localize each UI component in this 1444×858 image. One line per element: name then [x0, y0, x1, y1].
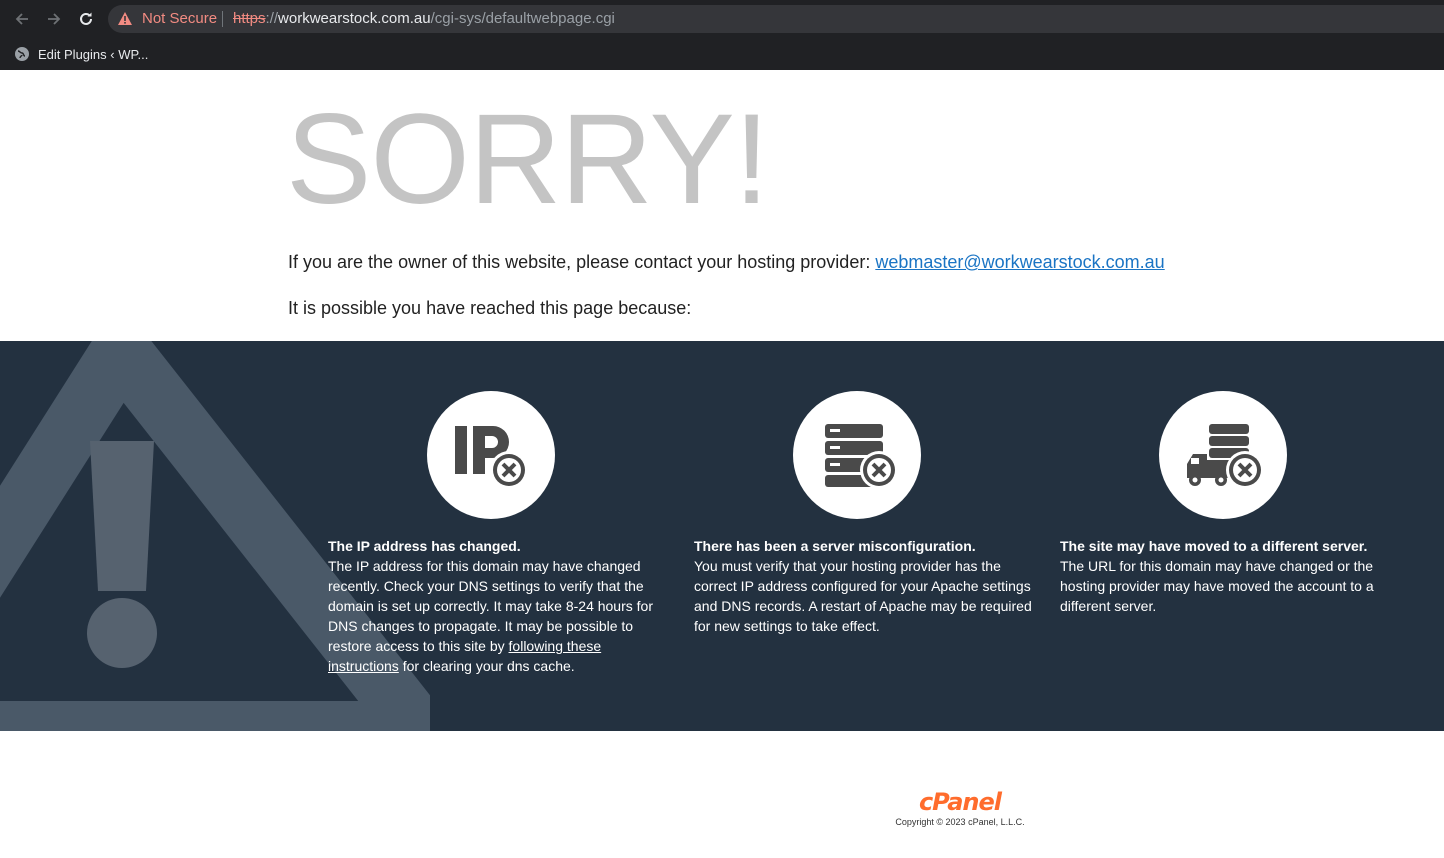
reason-body-end: for clearing your dns cache.: [398, 658, 575, 674]
url-separator: ://: [265, 10, 279, 27]
globe-icon: [15, 47, 29, 61]
forward-arrow-icon: [48, 13, 61, 25]
ip-address-error-icon: [455, 426, 528, 489]
contact-text: If you are the owner of this website, pl…: [288, 252, 876, 272]
url-host: workwearstock.com.au: [278, 10, 431, 27]
cpanel-logo[interactable]: cPanel: [880, 788, 1040, 816]
reason-title: There has been a server misconfiguration…: [694, 538, 976, 554]
url-text[interactable]: https://workwearstock.com.au/cgi-sys/def…: [233, 10, 615, 28]
url-scheme: https: [233, 10, 266, 27]
reason-intro: It is possible you have reached this pag…: [288, 298, 692, 318]
contact-email-link[interactable]: webmaster@workwearstock.com.au: [875, 252, 1164, 272]
footer: cPanel Copyright © 2023 cPanel, L.L.C.: [880, 788, 1040, 827]
warning-icon: [118, 12, 132, 25]
reload-button[interactable]: [74, 7, 98, 31]
browser-chrome: Not Secure https://workwearstock.com.au/…: [0, 0, 1444, 70]
back-arrow-icon: [15, 13, 28, 25]
browser-toolbar: Not Secure https://workwearstock.com.au/…: [0, 0, 1444, 38]
reason-body-text: The IP address for this domain may have …: [328, 558, 653, 654]
not-secure-label[interactable]: Not Secure: [142, 10, 217, 28]
server-icon-circle: [793, 391, 921, 519]
page-headline: SORRY!: [286, 88, 769, 231]
reasons-section: The IP address has changed. The IP addre…: [0, 341, 1444, 731]
server-error-icon: [825, 424, 897, 489]
moved-icon-circle: [1159, 391, 1287, 519]
server-moved-error-icon: [1187, 424, 1263, 489]
reason-body: The IP address for this domain may have …: [328, 556, 668, 676]
address-bar[interactable]: Not Secure https://workwearstock.com.au/…: [108, 5, 1444, 33]
copyright-text: Copyright © 2023 cPanel, L.L.C.: [895, 817, 1025, 827]
contact-line: If you are the owner of this website, pl…: [288, 251, 1165, 273]
forward-button[interactable]: [42, 7, 66, 31]
reason-title: The IP address has changed.: [328, 538, 521, 554]
reason-title: The site may have moved to a different s…: [1060, 538, 1368, 554]
reason-body: The URL for this domain may have changed…: [1060, 558, 1374, 614]
bookmark-label: Edit Plugins ‹ WP...: [38, 46, 149, 62]
back-button[interactable]: [10, 7, 34, 31]
address-bar-divider: [222, 11, 223, 27]
ip-icon-circle: [427, 391, 555, 519]
bookmarks-bar: Edit Plugins ‹ WP...: [0, 38, 1444, 70]
reload-icon: [80, 12, 92, 25]
bookmark-edit-plugins[interactable]: Edit Plugins ‹ WP...: [14, 43, 148, 65]
url-path: /cgi-sys/defaultwebpage.cgi: [430, 10, 615, 27]
reason-body: You must verify that your hosting provid…: [694, 558, 1032, 634]
